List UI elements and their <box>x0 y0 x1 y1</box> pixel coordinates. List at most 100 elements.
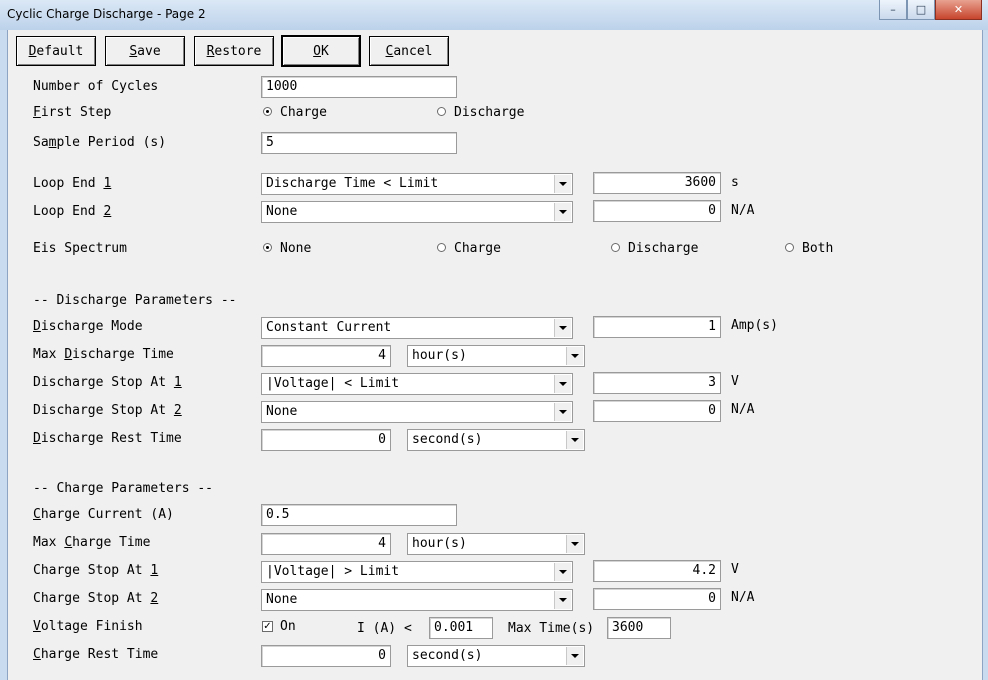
chevron-down-icon[interactable] <box>566 647 583 665</box>
chevron-down-icon[interactable] <box>566 431 583 449</box>
chevron-down-icon[interactable] <box>554 319 571 337</box>
chevron-down-icon[interactable] <box>554 403 571 421</box>
max-charge-time-unit-value: hour(s) <box>412 536 467 551</box>
charge-stop-1-limit-input[interactable]: 4.2 <box>593 560 721 582</box>
loop-end-2-select[interactable]: None <box>261 201 573 223</box>
title-bar: Cyclic Charge Discharge - Page 2 – □ ✕ <box>0 0 988 30</box>
eis-none-radio[interactable] <box>263 243 272 252</box>
charge-rest-time-input[interactable]: 0 <box>261 645 391 667</box>
discharge-stop-2-label-key: 2 <box>173 403 182 418</box>
chevron-down-icon[interactable] <box>566 535 583 553</box>
cancel-button-label-post: ancel <box>393 43 433 59</box>
eis-none-label[interactable]: None <box>280 241 311 256</box>
discharge-section-header: -- Discharge Parameters -- <box>33 293 237 308</box>
charge-stop-1-label-pre: Charge Stop At <box>33 563 151 578</box>
chevron-down-icon[interactable] <box>554 203 571 221</box>
eis-charge-label[interactable]: Charge <box>454 241 501 256</box>
charge-rest-time-label-key: C <box>33 647 41 662</box>
max-discharge-time-label-post: ischarge Time <box>72 347 174 362</box>
discharge-stop-1-select-value: |Voltage| < Limit <box>266 376 400 391</box>
max-discharge-time-input[interactable]: 4 <box>261 345 391 367</box>
max-charge-time-unit-select[interactable]: hour(s) <box>407 533 585 555</box>
charge-stop-2-limit-input[interactable]: 0 <box>593 588 721 610</box>
discharge-mode-label: Discharge Mode <box>33 319 143 334</box>
loop-end-1-label-pre: Loop End <box>33 176 104 191</box>
charge-current-input[interactable]: 0.5 <box>261 504 457 526</box>
default-button-label-key: D <box>28 43 37 59</box>
first-step-discharge-label[interactable]: Discharge <box>454 105 524 120</box>
save-button[interactable]: Save <box>105 36 185 66</box>
eis-charge-radio[interactable] <box>437 243 446 252</box>
sample-period-input[interactable]: 5 <box>261 132 457 154</box>
eis-both-label[interactable]: Both <box>802 241 833 256</box>
loop-end-1-unit: s <box>731 175 739 190</box>
minimize-button[interactable]: – <box>879 0 907 20</box>
charge-rest-time-label-post: harge Rest Time <box>40 647 159 662</box>
max-discharge-time-label-pre: Max <box>33 347 65 362</box>
chevron-down-icon[interactable] <box>554 375 571 393</box>
cancel-button-label-key: C <box>385 43 394 59</box>
discharge-mode-select[interactable]: Constant Current <box>261 317 573 339</box>
ok-button-label-post: K <box>321 43 329 59</box>
charge-rest-time-unit-value: second(s) <box>412 648 483 663</box>
discharge-stop-2-limit-input[interactable]: 0 <box>593 400 721 422</box>
discharge-mode-label-key: D <box>33 319 41 334</box>
discharge-stop-1-limit-input[interactable]: 3 <box>593 372 721 394</box>
first-step-charge-label[interactable]: Charge <box>280 105 327 120</box>
charge-stop-2-select[interactable]: None <box>261 589 573 611</box>
charge-stop-1-select-value: |Voltage| > Limit <box>266 564 400 579</box>
discharge-stop-1-label-key: 1 <box>173 375 182 390</box>
chevron-down-icon[interactable] <box>566 347 583 365</box>
voltage-finish-max-time-input[interactable]: 3600 <box>607 617 671 639</box>
max-discharge-time-unit-value: hour(s) <box>412 348 467 363</box>
discharge-current-input[interactable]: 1 <box>593 316 721 338</box>
max-discharge-time-unit-select[interactable]: hour(s) <box>407 345 585 367</box>
eis-discharge-label[interactable]: Discharge <box>628 241 698 256</box>
discharge-rest-time-input[interactable]: 0 <box>261 429 391 451</box>
discharge-stop-1-select[interactable]: |Voltage| < Limit <box>261 373 573 395</box>
first-step-charge-radio[interactable] <box>263 107 272 116</box>
discharge-stop-2-unit: N/A <box>731 402 755 417</box>
charge-stop-1-label-key: 1 <box>150 563 159 578</box>
dialog-body: Default Save Restore OK Cancel Number of… <box>7 30 983 680</box>
window-title: Cyclic Charge Discharge - Page 2 <box>7 7 206 21</box>
chevron-down-icon[interactable] <box>554 591 571 609</box>
discharge-rest-time-unit-select[interactable]: second(s) <box>407 429 585 451</box>
cycles-input[interactable]: 1000 <box>261 76 457 98</box>
cancel-button[interactable]: Cancel <box>369 36 449 66</box>
save-button-label-post: ave <box>137 43 161 59</box>
charge-rest-time-label: Charge Rest Time <box>33 647 158 662</box>
loop-end-1-select[interactable]: Discharge Time < Limit <box>261 173 573 195</box>
max-discharge-time-label: Max Discharge Time <box>33 347 174 362</box>
discharge-rest-time-label: Discharge Rest Time <box>33 431 182 446</box>
loop-end-1-limit-input[interactable]: 3600 <box>593 172 721 194</box>
ok-button-label-key: O <box>313 43 321 59</box>
loop-end-2-limit-input[interactable]: 0 <box>593 200 721 222</box>
discharge-stop-2-select[interactable]: None <box>261 401 573 423</box>
eis-discharge-radio[interactable] <box>611 243 620 252</box>
ok-button[interactable]: OK <box>282 36 360 66</box>
voltage-finish-checkbox[interactable]: ✓ <box>262 621 273 632</box>
restore-button[interactable]: Restore <box>194 36 274 66</box>
charge-stop-1-select[interactable]: |Voltage| > Limit <box>261 561 573 583</box>
charge-rest-time-unit-select[interactable]: second(s) <box>407 645 585 667</box>
first-step-label-key: F <box>33 105 41 120</box>
eis-spectrum-label: Eis Spectrum <box>33 241 127 256</box>
voltage-finish-on-label[interactable]: On <box>280 619 296 634</box>
default-button-label-post: efault <box>36 43 84 59</box>
charge-stop-2-label-pre: Charge Stop At <box>33 591 151 606</box>
first-step-label: First Step <box>33 105 111 120</box>
eis-both-radio[interactable] <box>785 243 794 252</box>
chevron-down-icon[interactable] <box>554 175 571 193</box>
save-button-label-key: S <box>129 43 138 59</box>
voltage-finish-current-input[interactable]: 0.001 <box>429 617 493 639</box>
first-step-label-post: irst Step <box>40 105 112 120</box>
default-button[interactable]: Default <box>16 36 96 66</box>
maximize-button[interactable]: □ <box>907 0 935 20</box>
first-step-discharge-radio[interactable] <box>437 107 446 116</box>
chevron-down-icon[interactable] <box>554 563 571 581</box>
close-button[interactable]: ✕ <box>935 0 982 20</box>
max-charge-time-label: Max Charge Time <box>33 535 150 550</box>
max-charge-time-input[interactable]: 4 <box>261 533 391 555</box>
window-controls: – □ ✕ <box>879 0 982 20</box>
